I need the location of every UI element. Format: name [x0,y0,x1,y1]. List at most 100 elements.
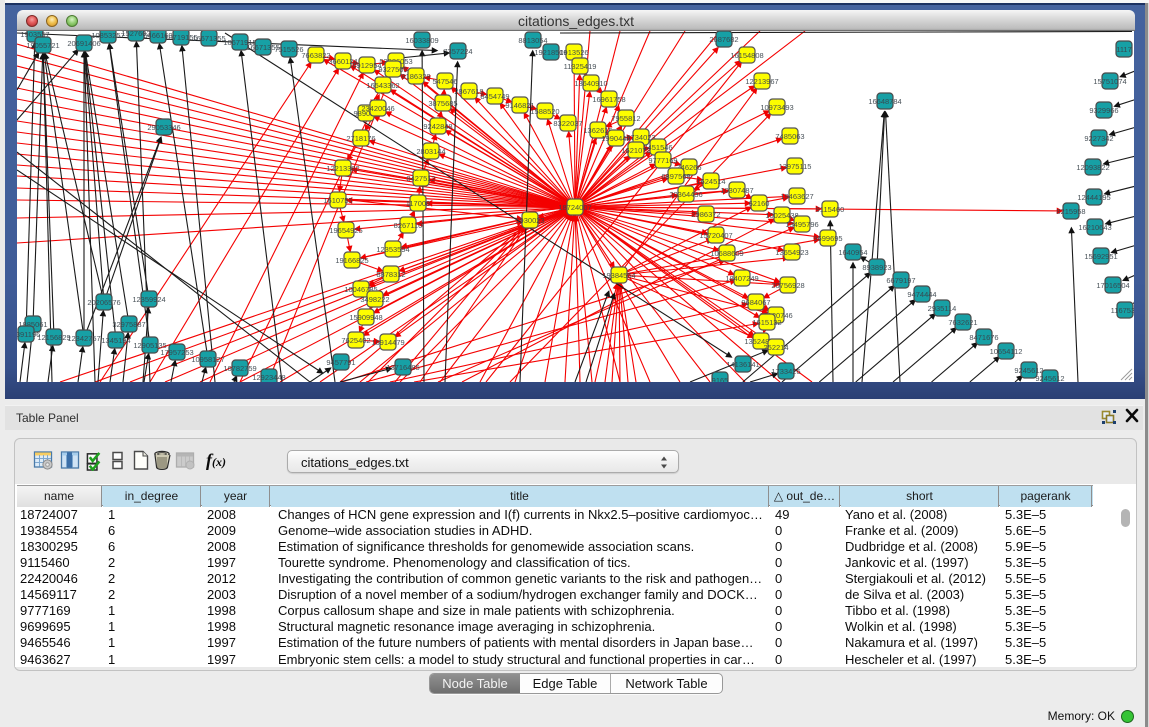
svg-text:10853257: 10853257 [91,31,124,40]
svg-text:7625402: 7625402 [341,336,370,345]
svg-text:9474444: 9474444 [907,290,936,299]
svg-text:8427512: 8427512 [406,174,435,183]
svg-text:1588520: 1588520 [530,107,559,116]
svg-text:3498222: 3498222 [360,295,389,304]
svg-text:19384554: 19384554 [602,271,635,280]
svg-text:10688609: 10688609 [710,249,743,258]
svg-text:17016504: 17016504 [1096,281,1129,290]
svg-text:12444195: 12444195 [1077,193,1110,202]
svg-text:9115460: 9115460 [816,205,845,214]
svg-text:12156829: 12156829 [37,333,70,342]
svg-text:12213382: 12213382 [326,164,359,173]
svg-text:29053346: 29053346 [147,123,180,132]
svg-text:7485063: 7485063 [775,132,804,141]
svg-text:16154808: 16154808 [730,51,763,60]
svg-text:8471676: 8471676 [969,333,998,342]
svg-text:1610755: 1610755 [323,196,352,205]
svg-text:1913526: 1913526 [559,48,588,57]
svg-text:8878312: 8878312 [376,270,405,279]
svg-text:7357224: 7357224 [443,47,472,56]
svg-text:16671355: 16671355 [192,34,225,43]
svg-text:9245612: 9245612 [1035,374,1064,382]
svg-text:7663822: 7663822 [301,51,330,60]
svg-text:6679197: 6679197 [886,276,915,285]
svg-text:2718176: 2718176 [346,134,375,143]
svg-text:16961758: 16961758 [592,95,625,104]
svg-text:12359924: 12359924 [132,295,165,304]
svg-text:8912954: 8912954 [352,61,381,70]
svg-text:17957253: 17957253 [160,348,193,357]
svg-text:13654923: 13654923 [775,248,808,257]
svg-text:12353594: 12353594 [376,245,409,254]
svg-text:16033809: 16033809 [405,36,438,45]
svg-text:16914479: 16914479 [371,338,404,347]
svg-text:2935114: 2935114 [928,304,957,313]
svg-text:9165: 9165 [712,376,729,382]
svg-text:20756928: 20756928 [771,281,804,290]
svg-text:252214: 252214 [763,343,788,352]
svg-text:16782759: 16782759 [223,364,256,373]
svg-text:15751074: 15751074 [1093,77,1126,86]
svg-text:13716485: 13716485 [386,363,419,372]
svg-text:9242848: 9242848 [423,122,452,131]
svg-text:1345194: 1345194 [101,336,130,345]
svg-text:13975115: 13975115 [779,162,812,171]
svg-text:19166825: 19166825 [335,256,368,265]
svg-text:7955812: 7955812 [611,114,640,123]
svg-text:1117: 1117 [1116,45,1132,54]
svg-text:9457791: 9457791 [326,358,355,367]
svg-text:16543362: 16543362 [366,81,399,90]
svg-text:20691406: 20691406 [67,39,100,48]
svg-text:1624514: 1624514 [696,177,725,186]
svg-text:16210643: 16210643 [1078,223,1111,232]
svg-text:9777169: 9777169 [648,156,677,165]
svg-text:117008: 117008 [406,199,430,208]
svg-text:9699695: 9699695 [813,234,842,243]
svg-text:13640910: 13640910 [574,79,607,88]
svg-text:32975887: 32975887 [112,320,145,329]
svg-text:15692951: 15692951 [1084,252,1117,261]
svg-text:10654112: 10654112 [990,347,1023,356]
svg-text:6897568: 6897568 [661,172,690,181]
svg-text:7632621: 7632621 [948,318,977,327]
svg-text:12923448: 12923448 [252,373,285,382]
svg-text:15720407: 15720407 [699,231,732,240]
svg-text:8813054: 8813054 [518,36,547,45]
svg-text:11325419: 11325419 [564,62,597,71]
svg-text:2451546: 2451546 [643,143,672,152]
svg-text:1615132: 1615132 [752,318,781,327]
svg-text:9329966: 9329966 [1089,106,1118,115]
svg-text:10307487: 10307487 [720,186,753,195]
svg-text:9227342: 9227342 [1084,134,1113,143]
svg-text:14136141: 14136141 [726,360,759,369]
svg-text:20364436: 20364436 [669,190,702,199]
svg-text:1733426: 1733426 [771,367,800,376]
svg-text:19463627: 19463627 [780,192,813,201]
svg-text:3875685: 3875685 [428,99,457,108]
svg-text:15909948: 15909948 [349,313,382,322]
svg-text:12342757: 12342757 [67,334,100,343]
svg-text:18407249: 18407249 [725,274,758,283]
svg-text:16648784: 16648784 [868,97,901,106]
svg-text:2687682: 2687682 [709,35,738,44]
svg-text:8322037: 8322037 [553,119,582,128]
svg-text:62160: 62160 [749,199,770,208]
svg-text:10958127: 10958127 [191,355,224,364]
svg-text:8938923: 8938923 [862,263,891,272]
svg-text:20206576: 20206576 [87,298,120,307]
svg-text:12213967: 12213967 [745,77,778,86]
svg-text:8215958: 8215958 [1056,207,1085,216]
svg-text:8186328: 8186328 [401,72,430,81]
svg-text:2986372: 2986372 [691,210,720,219]
svg-text:2867618: 2867618 [454,87,483,96]
svg-text:23420046: 23420046 [361,104,394,113]
svg-text:8454749: 8454749 [480,92,509,101]
svg-text:9684067: 9684067 [741,298,770,307]
svg-text:18724007: 18724007 [558,203,591,212]
svg-text:13495796: 13495796 [785,220,818,229]
svg-text:1640954: 1640954 [838,248,867,257]
svg-text:12093822: 12093822 [1076,163,1109,172]
svg-text:547546: 547546 [432,77,457,86]
svg-text:7515526: 7515526 [274,45,303,54]
svg-text:1167534: 1167534 [1111,306,1134,315]
